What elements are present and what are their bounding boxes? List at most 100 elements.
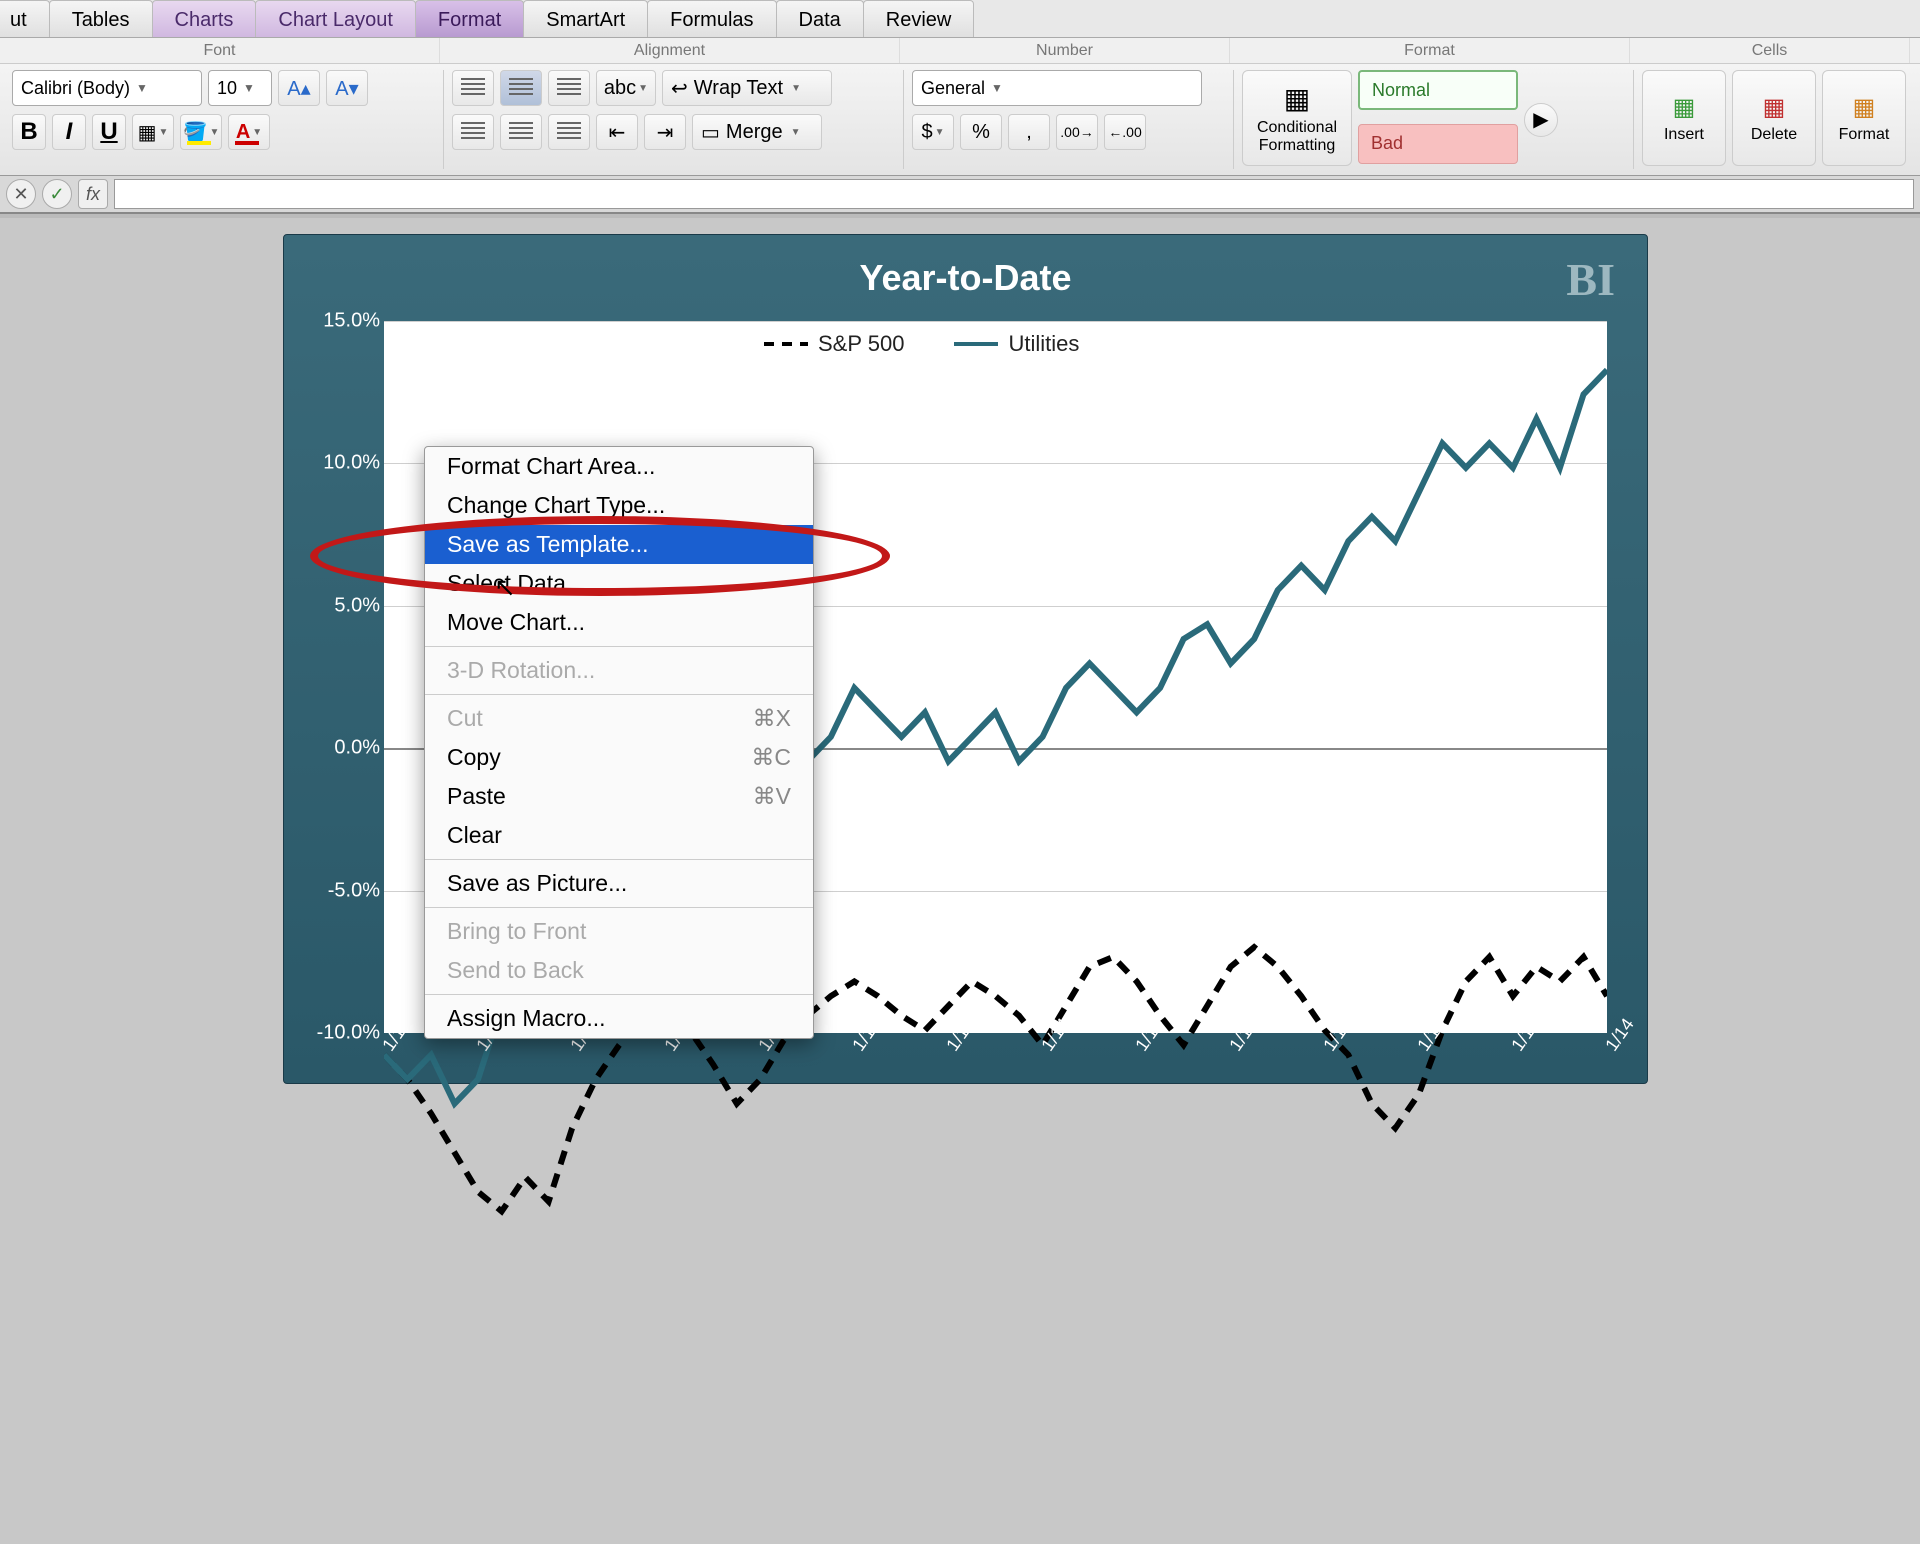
- group-label-number[interactable]: Number: [900, 38, 1230, 63]
- font-size-dropdown[interactable]: 10▼: [208, 70, 272, 106]
- decrease-decimal-button[interactable]: ←.00: [1104, 114, 1146, 150]
- context-menu-item[interactable]: Clear: [425, 816, 813, 855]
- context-menu-shortcut: ⌘C: [751, 744, 791, 771]
- number-format-value: General: [921, 78, 985, 99]
- context-menu-item: Send to Back: [425, 951, 813, 990]
- y-axis: 15.0% 10.0% 5.0% 0.0% -5.0% -10.0%: [302, 321, 380, 1033]
- context-menu-item: Cut⌘X: [425, 699, 813, 738]
- tab-data[interactable]: Data: [776, 0, 864, 37]
- borders-button[interactable]: ▦▼: [132, 114, 174, 150]
- formula-fx-button[interactable]: fx: [78, 179, 108, 209]
- group-label-cells[interactable]: Cells: [1630, 38, 1910, 63]
- context-menu-separator: [425, 994, 813, 995]
- context-menu-label: Clear: [447, 822, 502, 849]
- context-menu-label: Cut: [447, 705, 483, 732]
- increase-font-button[interactable]: A▴: [278, 70, 320, 106]
- insert-cells-button[interactable]: ▦ Insert: [1642, 70, 1726, 166]
- tab-layout-partial[interactable]: ut: [0, 0, 50, 37]
- decrease-font-button[interactable]: A▾: [326, 70, 368, 106]
- tab-chart-layout[interactable]: Chart Layout: [255, 0, 416, 37]
- context-menu-label: Assign Macro...: [447, 1005, 606, 1032]
- number-format-dropdown[interactable]: General ▼: [912, 70, 1202, 106]
- insert-icon: ▦: [1673, 93, 1696, 122]
- group-label-alignment[interactable]: Alignment: [440, 38, 900, 63]
- context-menu-item[interactable]: Paste⌘V: [425, 777, 813, 816]
- context-menu-item[interactable]: Move Chart...: [425, 603, 813, 642]
- chart-context-menu: Format Chart Area... Change Chart Type...…: [424, 446, 814, 1039]
- increase-indent-button[interactable]: ⇥: [644, 114, 686, 150]
- context-menu-label: Select Data...: [447, 570, 585, 597]
- context-menu-label: Paste: [447, 783, 506, 810]
- align-top-button[interactable]: [452, 70, 494, 106]
- context-menu-item[interactable]: Copy ⌘C: [425, 738, 813, 777]
- tab-smartart[interactable]: SmartArt: [523, 0, 648, 37]
- chart-logo: BI: [1566, 253, 1615, 306]
- ribbon-group-labels: Font Alignment Number Format Cells: [0, 38, 1920, 64]
- wrap-text-button[interactable]: ↩Wrap Text▼: [662, 70, 832, 106]
- conditional-formatting-button[interactable]: ▦ Conditional Formatting: [1242, 70, 1352, 166]
- insert-label: Insert: [1664, 126, 1704, 144]
- ribbon-body: Calibri (Body)▼ 10▼ A▴ A▾ B I U ▦▼ 🪣▼ A▼…: [0, 64, 1920, 176]
- context-menu-separator: [425, 907, 813, 908]
- increase-decimal-button[interactable]: .00→: [1056, 114, 1098, 150]
- worksheet-area[interactable]: Year-to-Date BI 15.0% 10.0% 5.0% 0.0% -5…: [0, 214, 1920, 1080]
- formula-confirm-button[interactable]: ✓: [42, 179, 72, 209]
- tab-formulas[interactable]: Formulas: [647, 0, 776, 37]
- align-right-button[interactable]: [548, 114, 590, 150]
- cell-style-normal[interactable]: Normal: [1358, 70, 1518, 110]
- formula-input[interactable]: [114, 179, 1914, 209]
- y-tick: -10.0%: [317, 1022, 380, 1045]
- align-center-button[interactable]: [500, 114, 542, 150]
- cell-style-bad[interactable]: Bad: [1358, 124, 1518, 164]
- decrease-indent-button[interactable]: ⇤: [596, 114, 638, 150]
- align-center-icon: [509, 122, 533, 142]
- group-label-format[interactable]: Format: [1230, 38, 1630, 63]
- formula-cancel-button[interactable]: ✕: [6, 179, 36, 209]
- context-menu-item[interactable]: Save as Picture...: [425, 864, 813, 903]
- context-menu-label: Move Chart...: [447, 609, 585, 636]
- context-menu-label: Send to Back: [447, 957, 584, 984]
- italic-button[interactable]: I: [52, 114, 86, 150]
- percent-button[interactable]: %: [960, 114, 1002, 150]
- delete-label: Delete: [1751, 126, 1797, 144]
- tab-tables[interactable]: Tables: [49, 0, 153, 37]
- tab-review[interactable]: Review: [863, 0, 975, 37]
- tab-charts[interactable]: Charts: [152, 0, 257, 37]
- currency-button[interactable]: $▼: [912, 114, 954, 150]
- context-menu-separator: [425, 646, 813, 647]
- comma-style-button[interactable]: ,: [1008, 114, 1050, 150]
- group-label-font[interactable]: Font: [0, 38, 440, 63]
- cell-styles-more-button[interactable]: ▶: [1524, 103, 1558, 137]
- y-tick: 15.0%: [323, 310, 380, 333]
- formula-bar: ✕ ✓ fx: [0, 176, 1920, 214]
- delete-cells-button[interactable]: ▦Delete: [1732, 70, 1816, 166]
- context-menu-label: Bring to Front: [447, 918, 586, 945]
- ruler: [0, 214, 1920, 218]
- context-menu-item[interactable]: Change Chart Type...: [425, 486, 813, 525]
- context-menu-item[interactable]: Save as Template...: [425, 525, 813, 564]
- caret-icon: ▼: [991, 81, 1003, 95]
- context-menu-label: Format Chart Area...: [447, 453, 655, 480]
- merge-button[interactable]: ▭Merge▼: [692, 114, 822, 150]
- align-bottom-button[interactable]: [548, 70, 590, 106]
- align-middle-button[interactable]: [500, 70, 542, 106]
- context-menu-item[interactable]: Format Chart Area...: [425, 447, 813, 486]
- orientation-button[interactable]: abc▼: [596, 70, 656, 106]
- merge-label: Merge: [726, 121, 783, 144]
- font-name-dropdown[interactable]: Calibri (Body) ▼: [12, 70, 202, 106]
- caret-icon: ▼: [136, 81, 148, 95]
- underline-button[interactable]: U: [92, 114, 126, 150]
- context-menu-item: Bring to Front: [425, 912, 813, 951]
- align-left-button[interactable]: [452, 114, 494, 150]
- context-menu-item[interactable]: Assign Macro...: [425, 999, 813, 1038]
- bold-button[interactable]: B: [12, 114, 46, 150]
- context-menu-item: 3-D Rotation...: [425, 651, 813, 690]
- tab-format[interactable]: Format: [415, 0, 524, 37]
- context-menu-item[interactable]: Select Data...: [425, 564, 813, 603]
- font-color-button[interactable]: A▼: [228, 114, 270, 150]
- ribbon-tabs: ut Tables Charts Chart Layout Format Sma…: [0, 0, 1920, 38]
- fill-color-button[interactable]: 🪣▼: [180, 114, 222, 150]
- format-cells-button[interactable]: ▦Format: [1822, 70, 1906, 166]
- font-name-value: Calibri (Body): [21, 78, 130, 99]
- context-menu-label: Copy: [447, 744, 501, 771]
